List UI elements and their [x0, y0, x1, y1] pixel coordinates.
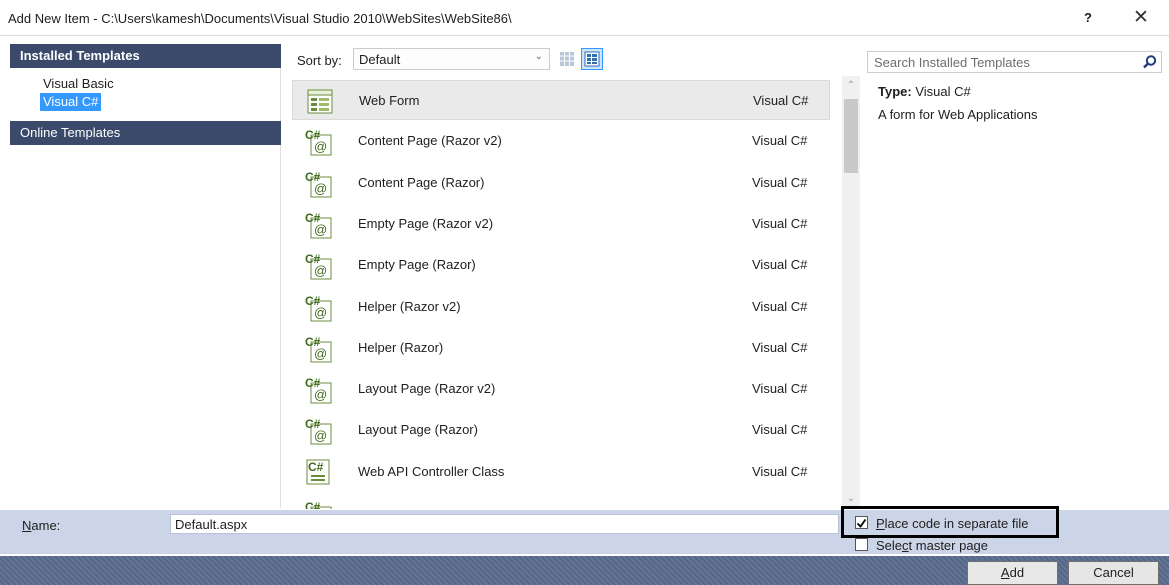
type-label: Type:: [878, 84, 912, 99]
add-button[interactable]: Add: [967, 561, 1058, 585]
svg-text:@: @: [314, 139, 327, 154]
template-name: Web API Controller Class: [358, 463, 505, 479]
template-row[interactable]: C# @ Layout Page (Razor) Visual C#: [292, 410, 830, 450]
svg-text:@: @: [314, 181, 327, 196]
template-language: Visual C#: [752, 463, 808, 479]
csharp-razor-icon: C#@: [303, 497, 335, 509]
checkmark-icon: [856, 518, 867, 528]
name-input-value: Default.aspx: [175, 517, 248, 532]
template-row[interactable]: C# @ Content Page (Razor) Visual C#: [292, 163, 830, 203]
name-input[interactable]: Default.aspx: [170, 514, 839, 534]
svg-text:@: @: [314, 305, 327, 320]
csharp-class-icon: C#: [303, 456, 335, 488]
template-row[interactable]: C# @ Layout Page (Razor v2) Visual C#: [292, 369, 830, 409]
svg-text:@: @: [314, 346, 327, 361]
template-row[interactable]: Web Form Visual C#: [292, 80, 830, 120]
svg-text:@: @: [314, 222, 327, 237]
name-label: Name:: [22, 518, 61, 533]
template-language: Visual C#: [753, 93, 809, 108]
template-language: Visual C#: [752, 381, 808, 397]
sort-by-select[interactable]: Default ⌄: [353, 48, 550, 70]
svg-text:@: @: [314, 263, 327, 278]
help-button[interactable]: ?: [1077, 8, 1099, 28]
search-placeholder: Search Installed Templates: [874, 55, 1030, 70]
close-button[interactable]: ✕: [1128, 6, 1154, 30]
template-row[interactable]: C# Web API Controller Class Visual C#: [292, 452, 830, 492]
template-name: Helper (Razor): [358, 339, 444, 355]
template-row[interactable]: C#@: [292, 493, 830, 509]
scrollbar-thumb[interactable]: [844, 99, 858, 173]
small-icons-view-icon: [560, 52, 574, 66]
template-row[interactable]: C# @ Helper (Razor) Visual C#: [292, 328, 830, 368]
csharp-razor-icon: C#@: [303, 208, 335, 240]
online-templates-header[interactable]: Online Templates: [10, 121, 281, 145]
template-name: Web Form: [359, 93, 420, 108]
template-language: Visual C#: [752, 133, 808, 149]
scroll-up-icon[interactable]: ⌃: [845, 80, 857, 92]
tree-item-visual-basic[interactable]: Visual Basic: [40, 75, 117, 93]
template-row[interactable]: C# @ Helper (Razor v2) Visual C#: [292, 287, 830, 327]
svg-text:@: @: [314, 428, 327, 443]
window-title: Add New Item - C:\Users\kamesh\Documents…: [8, 11, 512, 26]
csharp-razor-icon: C#@: [303, 249, 335, 281]
tree-item-visual-csharp[interactable]: Visual C#: [40, 93, 102, 111]
small-icons-view-button[interactable]: [557, 48, 577, 70]
template-name: Layout Page (Razor): [358, 422, 478, 438]
scroll-down-icon[interactable]: ⌄: [845, 493, 857, 505]
csharp-razor-icon: C#@: [303, 373, 335, 405]
search-icon[interactable]: [1142, 54, 1158, 70]
csharp-razor-icon: C#@: [303, 125, 335, 157]
title-bar: Add New Item - C:\Users\kamesh\Documents…: [0, 0, 1169, 36]
csharp-razor-icon: C#@: [303, 332, 335, 364]
search-templates-input[interactable]: Search Installed Templates: [867, 51, 1162, 73]
svg-text:C#: C#: [308, 460, 324, 474]
template-language: Visual C#: [752, 298, 808, 314]
csharp-razor-icon: C#@: [303, 291, 335, 323]
medium-icons-view-icon: [584, 51, 600, 67]
template-type: Type: Visual C#: [878, 84, 971, 99]
template-name: Empty Page (Razor): [358, 257, 476, 273]
place-code-separate-checkbox[interactable]: [855, 516, 868, 529]
select-master-page-checkbox[interactable]: [855, 538, 868, 551]
web-form-icon: [304, 85, 336, 117]
place-code-separate-label[interactable]: Place code in separate file: [876, 516, 1028, 531]
chevron-down-icon: ⌄: [534, 51, 543, 62]
template-name: Helper (Razor v2): [358, 298, 461, 314]
template-name: Empty Page (Razor v2): [358, 215, 494, 231]
template-language: Visual C#: [752, 422, 808, 438]
template-language: Visual C#: [752, 339, 808, 355]
cancel-button[interactable]: Cancel: [1068, 561, 1159, 585]
template-row[interactable]: C# @ Content Page (Razor v2) Visual C#: [292, 121, 830, 161]
template-description: A form for Web Applications: [878, 107, 1038, 122]
template-row[interactable]: C# @ Empty Page (Razor) Visual C#: [292, 245, 830, 285]
template-language: Visual C#: [752, 174, 808, 190]
sort-by-label: Sort by:: [297, 53, 342, 68]
csharp-razor-icon: C#@: [303, 414, 335, 446]
template-categories-pane: [10, 44, 281, 508]
template-row[interactable]: C# @ Empty Page (Razor v2) Visual C#: [292, 204, 830, 244]
svg-text:@: @: [314, 387, 327, 402]
template-name: Content Page (Razor v2): [358, 133, 502, 149]
medium-icons-view-button[interactable]: [581, 48, 603, 70]
sort-by-value: Default: [359, 52, 401, 67]
templates-list[interactable]: Web Form Visual C# C# @ Content Page (Razor …: [288, 76, 853, 509]
installed-templates-header[interactable]: Installed Templates: [10, 44, 281, 68]
svg-text:C#: C#: [305, 500, 321, 509]
template-language: Visual C#: [752, 257, 808, 273]
csharp-razor-icon: C#@: [303, 167, 335, 199]
template-language: Visual C#: [752, 215, 808, 231]
select-master-page-label[interactable]: Select master page: [876, 538, 988, 553]
template-name: Content Page (Razor): [358, 174, 485, 190]
type-value: Visual C#: [915, 84, 971, 99]
template-name: Layout Page (Razor v2): [358, 381, 496, 397]
